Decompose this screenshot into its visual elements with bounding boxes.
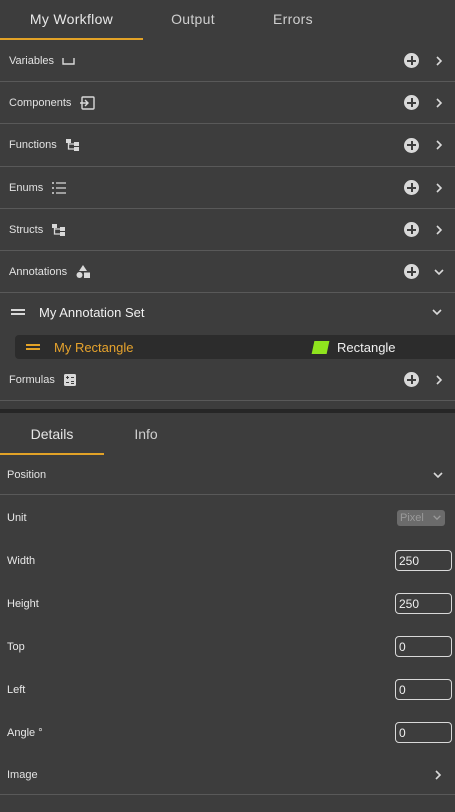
tab-details[interactable]: Details <box>0 413 104 455</box>
add-component-button[interactable] <box>404 95 419 110</box>
top-input[interactable] <box>395 636 452 657</box>
left-row: Left <box>0 668 455 711</box>
top-row: Top <box>0 625 455 668</box>
chevron-right-icon[interactable] <box>433 182 445 194</box>
unit-select-value: Pixel <box>400 511 424 524</box>
add-function-button[interactable] <box>404 137 419 153</box>
width-label: Width <box>7 554 36 567</box>
add-enum-button[interactable] <box>404 180 419 195</box>
calculator-icon <box>63 373 77 387</box>
angle-row: Angle ° <box>0 711 455 754</box>
section-title: Position <box>7 468 47 481</box>
annotation-set-title: My Annotation Set <box>39 304 145 320</box>
chevron-right-icon[interactable] <box>433 55 445 67</box>
drag-handle-icon[interactable] <box>11 309 25 315</box>
color-swatch[interactable] <box>311 340 330 354</box>
category-label: Formulas <box>9 373 55 386</box>
chevron-right-icon[interactable] <box>433 139 445 151</box>
category-structs[interactable]: Structs <box>0 209 455 251</box>
shapes-icon <box>75 264 91 279</box>
tab-errors[interactable]: Errors <box>243 0 343 40</box>
left-input[interactable] <box>395 679 452 700</box>
angle-label: Angle ° <box>7 726 43 739</box>
unit-row: Unit Pixel <box>0 496 455 539</box>
annotation-item-row[interactable]: My Rectangle Rectangle <box>15 335 455 359</box>
function-tree-icon <box>65 138 81 152</box>
unit-select[interactable]: Pixel <box>397 509 445 526</box>
list-icon <box>51 181 67 195</box>
angle-input[interactable] <box>395 722 452 743</box>
annotation-type-label: Rectangle <box>337 339 396 355</box>
chevron-down-icon <box>432 513 442 523</box>
component-icon <box>79 95 96 110</box>
category-enums[interactable]: Enums <box>0 167 455 209</box>
category-functions[interactable]: Functions <box>0 124 455 167</box>
category-components[interactable]: Components <box>0 82 455 124</box>
position-section-header[interactable]: Position <box>0 455 455 495</box>
chevron-down-icon[interactable] <box>433 266 445 278</box>
workflow-tabs: My Workflow Output Errors <box>0 0 455 40</box>
variable-icon <box>62 57 75 65</box>
add-variable-button[interactable] <box>404 53 419 68</box>
left-label: Left <box>7 683 26 696</box>
category-label: Components <box>9 96 72 109</box>
chevron-right-icon[interactable] <box>433 224 445 236</box>
add-annotation-button[interactable] <box>404 264 419 279</box>
height-label: Height <box>7 597 39 610</box>
unit-label: Unit <box>7 511 27 524</box>
category-label: Functions <box>9 139 57 151</box>
category-variables[interactable]: Variables <box>0 40 455 82</box>
chevron-down-icon[interactable] <box>432 469 444 481</box>
annotation-type: Rectangle <box>311 339 396 355</box>
add-struct-button[interactable] <box>404 222 419 237</box>
width-row: Width <box>0 539 455 582</box>
detail-tabs: Details Info <box>0 413 455 455</box>
category-annotations[interactable]: Annotations <box>0 251 455 293</box>
height-input[interactable] <box>395 593 452 614</box>
drag-handle-icon[interactable] <box>26 344 40 350</box>
height-row: Height <box>0 582 455 625</box>
struct-tree-icon <box>51 223 67 237</box>
width-input[interactable] <box>395 550 452 571</box>
annotation-set-row[interactable]: My Annotation Set <box>0 293 455 331</box>
annotation-name: My Rectangle <box>54 339 134 355</box>
tab-my-workflow[interactable]: My Workflow <box>0 0 143 40</box>
category-label: Variables <box>9 54 55 67</box>
category-label: Enums <box>9 181 44 194</box>
chevron-right-icon[interactable] <box>433 97 445 109</box>
add-formula-button[interactable] <box>404 372 419 387</box>
image-section-header[interactable]: Image <box>0 755 455 795</box>
category-label: Annotations <box>9 265 68 278</box>
tab-info[interactable]: Info <box>104 413 188 455</box>
chevron-down-icon[interactable] <box>431 306 443 318</box>
chevron-right-icon[interactable] <box>432 769 444 781</box>
category-label: Structs <box>9 223 44 236</box>
top-label: Top <box>7 640 25 653</box>
category-formulas[interactable]: Formulas <box>0 359 455 401</box>
section-title: Image <box>7 768 38 781</box>
chevron-right-icon[interactable] <box>433 374 445 386</box>
tab-output[interactable]: Output <box>143 0 243 40</box>
